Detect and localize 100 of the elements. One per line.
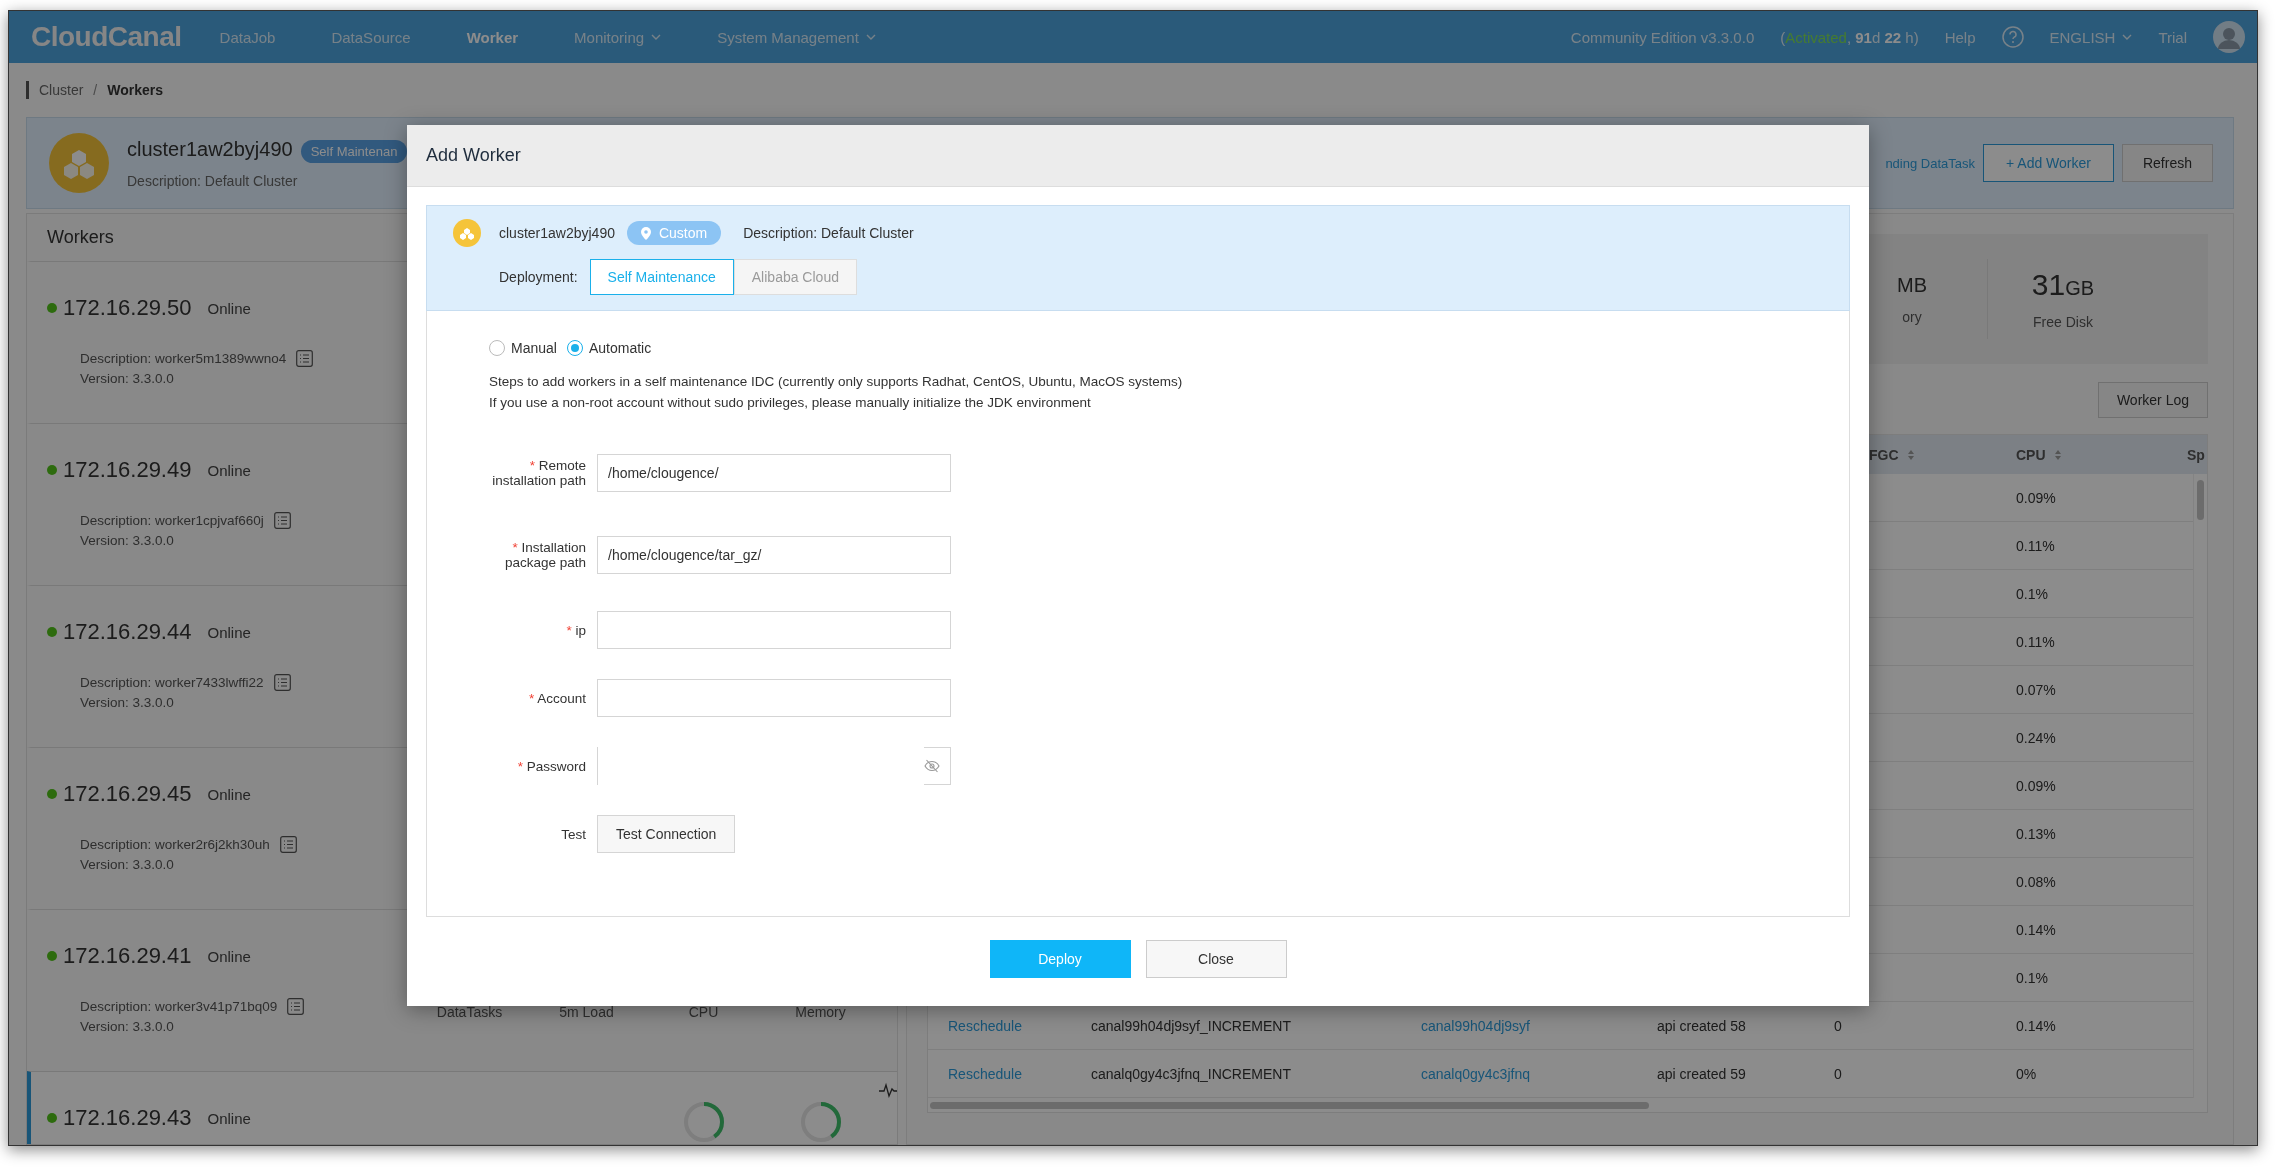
radio-button[interactable] [566, 340, 583, 356]
field-label: * Installation package path [503, 539, 586, 572]
text-field[interactable] [597, 679, 951, 717]
nav-item[interactable]: DataJob [191, 11, 304, 63]
stat-label: ory [1901, 308, 1923, 325]
status-dot [47, 951, 57, 961]
list-icon[interactable] [273, 673, 291, 691]
eye-slash-icon[interactable] [924, 759, 940, 773]
reschedule-link[interactable]: Reschedule [928, 1065, 1071, 1082]
stat-value: MB [1896, 273, 1928, 297]
horizontal-scrollbar[interactable] [930, 1101, 1649, 1109]
field-label: * Account [528, 689, 586, 708]
sort-icon[interactable] [2053, 448, 2062, 461]
text-field[interactable]: /home/clougence/tar_gz/ [597, 536, 951, 574]
table-cell-text: 0.13% [2015, 825, 2057, 842]
stat-label: Memory [795, 1004, 846, 1022]
deployment-label: Deployment: [499, 269, 578, 285]
logo[interactable]: CloudCanal [31, 21, 182, 53]
table-cell-text: 0% [2015, 1065, 2038, 1082]
table-cell-text: 0.09% [2015, 777, 2057, 794]
table-cell-text: 0.14% [2015, 1017, 2057, 1034]
radio-button[interactable] [489, 340, 505, 356]
close-button[interactable]: Close [1145, 940, 1287, 978]
stat-label: DataTasks [436, 1004, 503, 1022]
table-cell-text: 0 [1833, 1017, 1843, 1034]
text-field[interactable]: /home/clougence/ [597, 454, 951, 492]
list-icon[interactable] [273, 511, 291, 529]
worker-status: Online [207, 785, 251, 803]
nav-item[interactable]: DataSource [303, 11, 439, 63]
worker-description: Description: worker5m1389wwno4 [80, 350, 287, 366]
pulse-icon[interactable] [879, 1082, 897, 1098]
add-worker-button[interactable]: + Add Worker [1983, 144, 2114, 182]
test-connection-button[interactable]: Test Connection [597, 815, 736, 853]
deployment-tab[interactable]: Self Maintenance [589, 259, 734, 295]
task-link[interactable]: canalq0gy4c3jfnq [1401, 1065, 1637, 1082]
avatar-icon[interactable] [2213, 21, 2245, 53]
field-label: * Remote installation path [491, 457, 586, 490]
worker-status: Online [207, 947, 251, 965]
vertical-scrollbar[interactable] [2193, 474, 2207, 1098]
text-field[interactable] [597, 611, 951, 649]
worker-log-button[interactable]: Worker Log [2097, 382, 2208, 418]
help-link[interactable]: Help [1944, 28, 1976, 46]
worker-ip: 172.16.29.43 [63, 1105, 192, 1131]
instruction-text: Steps to add workers in a self maintenance IDC (currently only supports Radhat, CentOS, Ubuntu, MacOS systems) [489, 373, 1184, 391]
cluster-name: cluster1aw2byj490 [127, 137, 293, 160]
password-field[interactable] [597, 747, 951, 785]
pending-datatask-link[interactable]: nding DataTask [1885, 155, 1975, 171]
worker-description: Description: worker3v41p71bq09 [80, 998, 278, 1014]
help-icon[interactable] [2001, 26, 2024, 48]
radio-label[interactable]: Manual [511, 340, 557, 356]
table-cell-text: 0.14% [2015, 921, 2057, 938]
stat-label: CPU [688, 1004, 719, 1022]
nav-item[interactable]: System Management [689, 11, 904, 63]
field-label: * Password [517, 757, 586, 776]
worker-status: Online [207, 299, 251, 317]
nav-item[interactable]: Monitoring [546, 11, 690, 63]
breadcrumb-separator: / [93, 82, 98, 98]
sort-icon[interactable] [1906, 448, 1915, 461]
list-icon[interactable] [287, 997, 305, 1015]
field-label: * ip [566, 621, 586, 640]
stat-label: Free Disk [2032, 314, 2094, 330]
table-cell-text: 0 [1833, 1065, 1843, 1082]
list-icon[interactable] [279, 835, 297, 853]
worker-ip: 172.16.29.44 [63, 619, 192, 645]
cluster-description: Description: Default Cluster [743, 225, 914, 241]
worker-ip: 172.16.29.41 [63, 943, 192, 969]
breadcrumb-item[interactable]: Cluster [39, 82, 84, 98]
edition-text: Community Edition v3.3.0.0 [1570, 28, 1755, 46]
worker-card[interactable]: 172.16.29.43 Online [27, 1071, 897, 1144]
gauge-drawing [681, 1100, 726, 1144]
list-icon[interactable] [296, 349, 314, 367]
status-dot [47, 465, 57, 475]
table-cell-text: 0.1% [2015, 969, 2049, 986]
column-header[interactable]: CPU [1996, 446, 2173, 463]
table-cell-text: 0.07% [2015, 681, 2057, 698]
task-link[interactable]: canal99h04dj9syf [1401, 1017, 1637, 1034]
cluster-icon [453, 219, 481, 247]
table-cell-text: 0.11% [2015, 633, 2056, 650]
reschedule-link[interactable]: Reschedule [928, 1017, 1071, 1034]
table-cell-text: canal99h04dj9syf_INCREMENT [1090, 1017, 1292, 1034]
nav-item[interactable]: Worker [438, 11, 547, 63]
worker-version: Version: 3.3.0.0 [80, 370, 175, 388]
refresh-button[interactable]: Refresh [2121, 144, 2213, 182]
status-dot [47, 789, 57, 799]
worker-ip: 172.16.29.49 [63, 457, 192, 483]
cluster-description: Description: Default Cluster [127, 172, 299, 189]
worker-version: Version: 3.3.0.0 [80, 856, 175, 874]
worker-ip: 172.16.29.50 [63, 295, 192, 321]
table-cell-text: 0.1% [2015, 585, 2049, 602]
column-header[interactable]: Sp [2173, 446, 2207, 463]
deploy-button[interactable]: Deploy [989, 940, 1131, 978]
dialog-title: Add Worker [407, 125, 1869, 187]
instruction-text: If you use a non-root account without sudo privileges, please manually initialize the JDK environment [489, 394, 1092, 412]
language-selector[interactable]: ENGLISH [2049, 28, 2133, 46]
table-cell-text: 0.24% [2015, 729, 2057, 746]
user-name[interactable]: Trial [2158, 28, 2187, 46]
worker-version: Version: 3.3.0.0 [80, 694, 175, 712]
panel-title: Workers [47, 226, 114, 249]
radio-label[interactable]: Automatic [588, 340, 652, 356]
gauge-drawing [798, 1100, 843, 1144]
